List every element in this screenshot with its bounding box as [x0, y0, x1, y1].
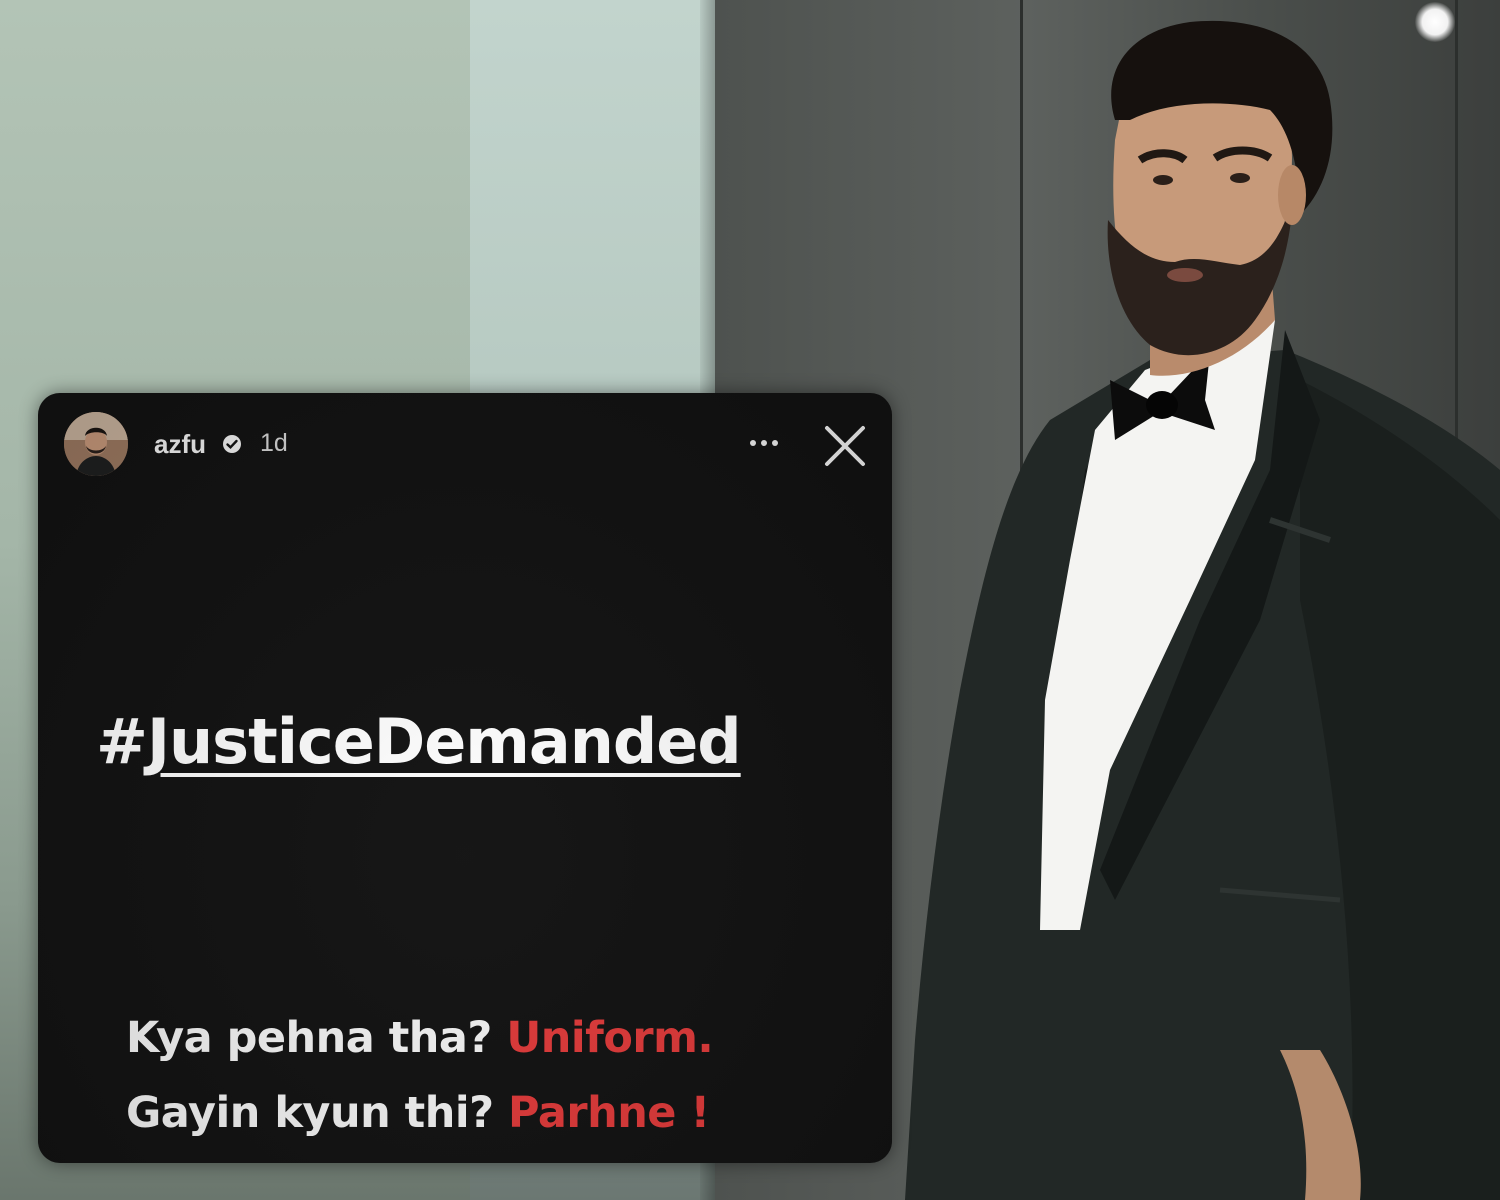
more-options-button[interactable] [742, 423, 786, 459]
avatar[interactable] [64, 412, 128, 476]
verified-badge-icon [223, 435, 241, 453]
story-text-line-1: Kya pehna tha? Uniform. [126, 1013, 886, 1063]
question-1: Kya pehna tha? [126, 1013, 492, 1063]
hashtag-word: JusticeDemanded [146, 705, 742, 778]
instagram-story-card: azfu 1d #JusticeDemanded Kya pehna tha? … [38, 393, 892, 1163]
story-text-line-2: Gayin kyun thi? Parhne ! [126, 1088, 886, 1138]
hashtag-symbol: # [96, 705, 148, 778]
answer-1: Uniform. [506, 1013, 714, 1063]
close-button[interactable] [822, 423, 868, 469]
story-header: azfu 1d [38, 393, 892, 493]
username[interactable]: azfu [154, 429, 206, 460]
close-icon [825, 426, 865, 466]
answer-2: Parhne ! [508, 1088, 710, 1138]
timestamp: 1d [260, 429, 288, 457]
question-2: Gayin kyun thi? [126, 1088, 494, 1138]
hashtag-text: #JusticeDemanded [96, 705, 856, 778]
